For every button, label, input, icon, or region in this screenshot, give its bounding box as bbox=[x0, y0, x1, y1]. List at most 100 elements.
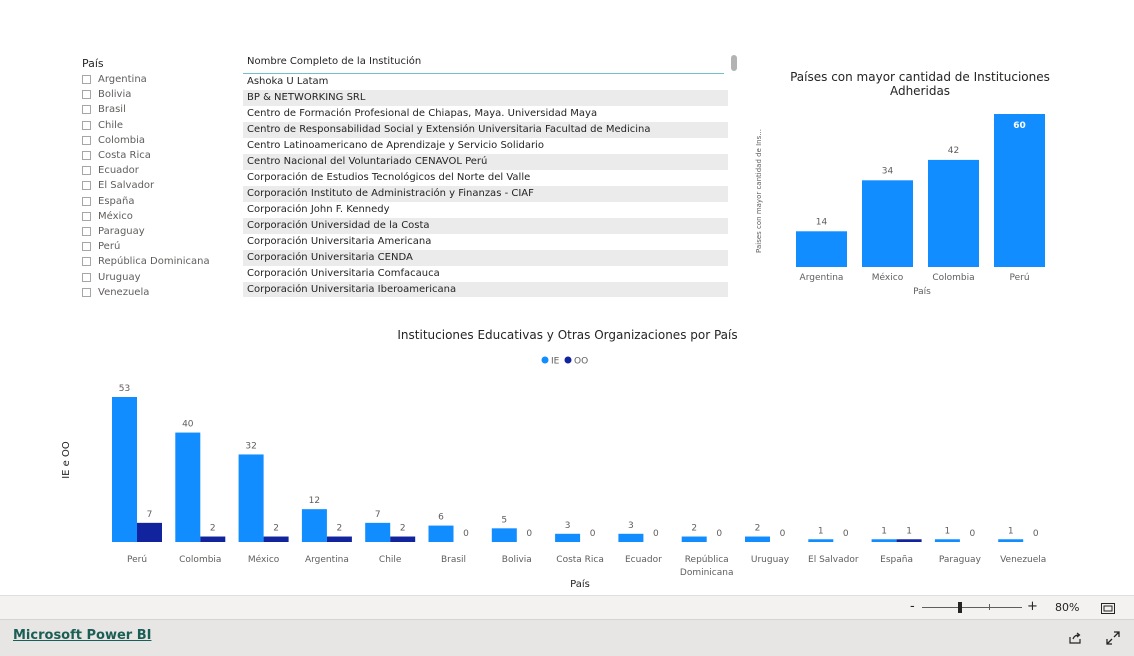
zoom-slider-thumb[interactable] bbox=[958, 602, 962, 613]
checkbox[interactable] bbox=[82, 105, 91, 115]
table-row[interactable]: Centro de Formación Profesional de Chiap… bbox=[243, 106, 728, 122]
bar[interactable] bbox=[994, 114, 1045, 267]
slicer-item[interactable]: Colombia bbox=[82, 133, 232, 148]
slicer-item[interactable]: España bbox=[82, 194, 232, 209]
data-label: 0 bbox=[526, 529, 532, 539]
table-row[interactable]: Corporación Universitaria Americana bbox=[243, 234, 728, 250]
checkbox[interactable] bbox=[82, 181, 91, 191]
slicer-item-label: Brasil bbox=[98, 104, 126, 116]
checkbox[interactable] bbox=[82, 166, 91, 176]
bar-oo[interactable] bbox=[390, 536, 416, 542]
table-row[interactable]: Corporación Universitaria Comfacauca bbox=[243, 266, 728, 282]
slicer-item[interactable]: Paraguay bbox=[82, 224, 232, 239]
fit-to-page-icon[interactable] bbox=[1099, 599, 1117, 617]
table-scrollbar[interactable] bbox=[731, 55, 737, 71]
data-label: 1 bbox=[818, 526, 824, 536]
table-row[interactable]: Centro Latinoamericano de Aprendizaje y … bbox=[243, 138, 728, 154]
slicer-item[interactable]: Bolivia bbox=[82, 87, 232, 102]
slicer-item[interactable]: Ecuador bbox=[82, 163, 232, 178]
table-row[interactable]: Corporación Instituto de Administración … bbox=[243, 186, 728, 202]
bar-ie[interactable] bbox=[681, 536, 707, 542]
bar-ie[interactable] bbox=[365, 522, 391, 542]
bar[interactable] bbox=[862, 180, 913, 267]
checkbox[interactable] bbox=[82, 151, 91, 161]
bar-oo[interactable] bbox=[326, 536, 352, 542]
bar-ie[interactable] bbox=[871, 539, 897, 542]
data-label: 0 bbox=[590, 529, 596, 539]
data-label: 2 bbox=[273, 524, 279, 534]
data-label: 0 bbox=[780, 529, 786, 539]
bar-ie[interactable] bbox=[998, 539, 1024, 542]
legend-label[interactable]: OO bbox=[574, 357, 588, 367]
fullscreen-icon[interactable] bbox=[1104, 629, 1122, 647]
table-row[interactable]: Centro de Responsabilidad Social y Exten… bbox=[243, 122, 728, 138]
slicer-item[interactable]: Chile bbox=[82, 118, 232, 133]
slicer-item[interactable]: Costa Rica bbox=[82, 148, 232, 163]
slicer-item-label: España bbox=[98, 195, 135, 207]
slicer-item[interactable]: El Salvador bbox=[82, 178, 232, 193]
bar[interactable] bbox=[928, 159, 979, 267]
bar-ie[interactable] bbox=[555, 533, 581, 542]
table-row[interactable]: BP & NETWORKING SRL bbox=[243, 90, 728, 106]
bar-oo[interactable] bbox=[137, 522, 162, 542]
slicer-item[interactable]: Venezuela bbox=[82, 285, 232, 300]
slicer-item-label: Chile bbox=[98, 119, 124, 131]
slicer-item-label: Paraguay bbox=[98, 225, 145, 237]
slicer-item[interactable]: República Dominicana bbox=[82, 254, 232, 269]
data-label: 1 bbox=[1008, 526, 1014, 536]
zoom-slider-track[interactable] bbox=[922, 607, 1022, 608]
slicer-item[interactable]: Perú bbox=[82, 239, 232, 254]
x-tick-label: Perú bbox=[127, 555, 147, 565]
slicer-item-label: Perú bbox=[98, 241, 121, 253]
table-header[interactable]: Nombre Completo de la Institución bbox=[243, 53, 724, 74]
bar-ie[interactable] bbox=[112, 397, 137, 542]
data-label: 2 bbox=[400, 524, 406, 534]
table-row[interactable]: Ashoka U Latam bbox=[243, 74, 728, 90]
y-axis-title: Paises con mayor cantidad de Ins... bbox=[755, 129, 763, 253]
bar-ie[interactable] bbox=[301, 509, 327, 542]
checkbox[interactable] bbox=[82, 242, 91, 252]
bar-ie[interactable] bbox=[238, 454, 264, 542]
bar-oo[interactable] bbox=[896, 539, 922, 542]
checkbox[interactable] bbox=[82, 75, 91, 85]
table-row[interactable]: Corporación de Estudios Tecnológicos del… bbox=[243, 170, 728, 186]
bar-oo[interactable] bbox=[200, 536, 226, 542]
zoom-out-button[interactable]: - bbox=[910, 599, 915, 614]
power-bi-link[interactable]: Microsoft Power BI bbox=[13, 628, 151, 643]
bar-ie[interactable] bbox=[428, 525, 454, 542]
checkbox[interactable] bbox=[82, 211, 91, 221]
data-label: 5 bbox=[501, 515, 507, 525]
bar-ie[interactable] bbox=[808, 539, 834, 542]
table-row[interactable]: Corporación Universitaria CENDA bbox=[243, 250, 728, 266]
data-label: 0 bbox=[653, 529, 659, 539]
table-row[interactable]: Corporación Universidad de la Costa bbox=[243, 218, 728, 234]
slicer-item[interactable]: Uruguay bbox=[82, 269, 232, 284]
slicer-list: Argentina Bolivia Brasil Chile Colombia Costa… bbox=[82, 72, 232, 300]
checkbox[interactable] bbox=[82, 272, 91, 282]
checkbox[interactable] bbox=[82, 196, 91, 206]
checkbox[interactable] bbox=[82, 226, 91, 236]
slicer-item[interactable]: Argentina bbox=[82, 72, 232, 87]
checkbox[interactable] bbox=[82, 120, 91, 130]
bar-oo[interactable] bbox=[263, 536, 289, 542]
bar-ie[interactable] bbox=[934, 539, 960, 542]
bar-ie[interactable] bbox=[175, 432, 201, 542]
slicer-item[interactable]: Brasil bbox=[82, 102, 232, 117]
checkbox[interactable] bbox=[82, 90, 91, 100]
table-row[interactable]: Centro Nacional del Voluntariado CENAVOL… bbox=[243, 154, 728, 170]
checkbox[interactable] bbox=[82, 135, 91, 145]
table-row[interactable]: Corporación John F. Kennedy bbox=[243, 202, 728, 218]
checkbox[interactable] bbox=[82, 257, 91, 267]
bar-ie[interactable] bbox=[491, 528, 517, 542]
slicer-item-label: México bbox=[98, 210, 133, 222]
share-icon[interactable] bbox=[1066, 629, 1084, 647]
legend-label[interactable]: IE bbox=[551, 357, 560, 367]
checkbox[interactable] bbox=[82, 287, 91, 297]
slicer-item[interactable]: México bbox=[82, 209, 232, 224]
bar-ie[interactable] bbox=[618, 533, 644, 542]
bar-ie[interactable] bbox=[745, 536, 770, 542]
zoom-in-button[interactable]: + bbox=[1027, 599, 1038, 614]
table-row[interactable]: Corporación Universitaria Iberoamericana bbox=[243, 282, 728, 297]
slicer-item-label: El Salvador bbox=[98, 180, 155, 192]
bar[interactable] bbox=[796, 231, 847, 267]
